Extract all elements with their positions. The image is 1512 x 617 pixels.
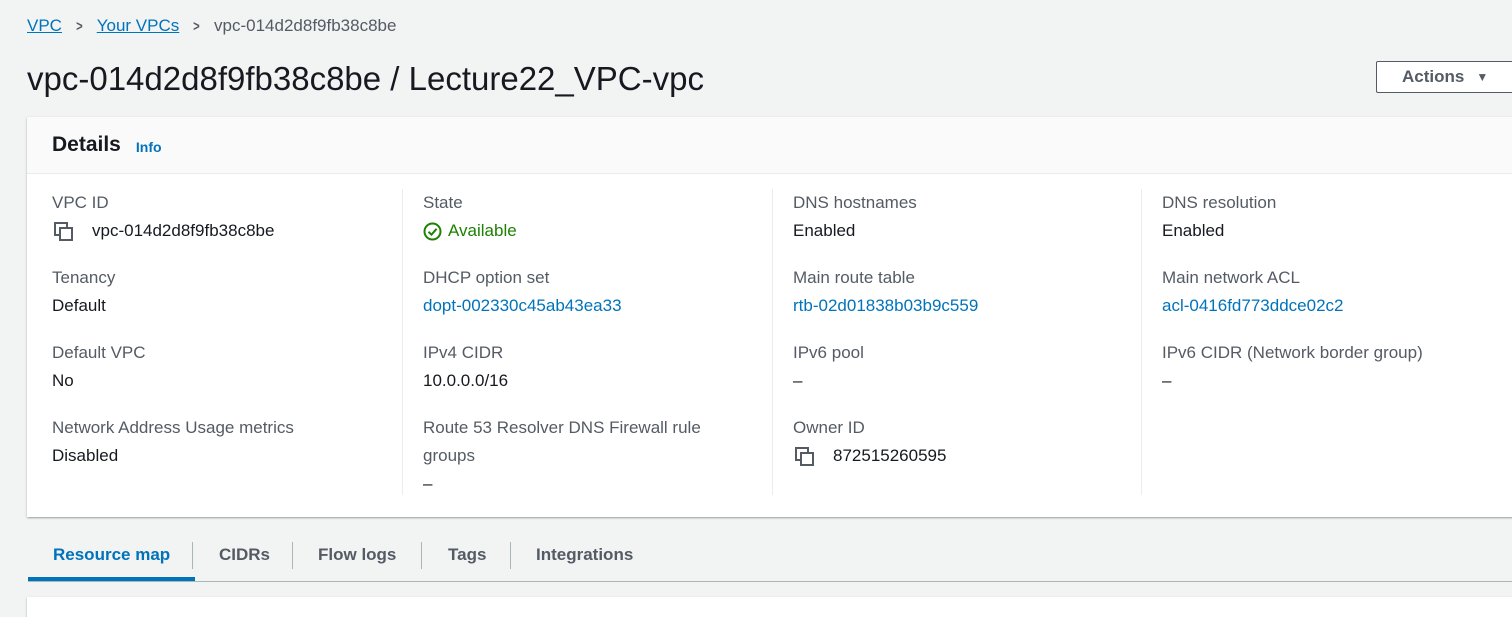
- check-circle-icon: [423, 222, 442, 241]
- field-vpc-id: VPC ID vpc-014d2d8f9fb38c8be: [52, 189, 274, 245]
- chevron-right-icon: >: [193, 17, 200, 35]
- details-panel: Details Info VPC ID vpc-014d2d8f9fb38c8b…: [27, 117, 1512, 517]
- field-dns-hostnames: DNS hostnames Enabled: [793, 189, 917, 245]
- state-value: Available: [448, 221, 517, 240]
- details-header: Details Info: [27, 117, 1512, 174]
- field-label: DNS hostnames: [793, 193, 917, 212]
- vpc-id-value: vpc-014d2d8f9fb38c8be: [92, 221, 275, 240]
- field-value: 10.0.0.0/16: [423, 371, 509, 390]
- field-dns-resolution: DNS resolution Enabled: [1162, 189, 1276, 245]
- field-dhcp-option-set: DHCP option set dopt-002330c45ab43ea33: [423, 264, 622, 320]
- field-label: Main network ACL: [1162, 268, 1300, 287]
- tab-bar: Resource map CIDRs Flow logs Tags Integr…: [27, 530, 1512, 582]
- copy-icon[interactable]: [793, 445, 815, 467]
- actions-button[interactable]: Actions ▼: [1376, 61, 1512, 93]
- field-value: Enabled: [1162, 221, 1225, 240]
- tab-divider: [510, 542, 511, 569]
- tab-divider: [192, 542, 193, 569]
- details-grid: VPC ID vpc-014d2d8f9fb38c8be Tenancy Def…: [27, 173, 1512, 517]
- details-column-4: DNS resolution Enabled Main network ACL …: [1141, 189, 1511, 495]
- field-value: No: [52, 371, 74, 390]
- field-label: State: [423, 193, 463, 212]
- field-label: Owner ID: [793, 418, 865, 437]
- field-value: Disabled: [52, 446, 119, 465]
- owner-id-value: 872515260595: [833, 446, 947, 465]
- tab-flow-logs[interactable]: Flow logs: [318, 530, 396, 580]
- chevron-right-icon: >: [76, 17, 83, 35]
- field-label: Main route table: [793, 268, 915, 287]
- field-value: –: [423, 474, 433, 493]
- actions-button-label: Actions: [1402, 67, 1465, 86]
- field-value: Default: [52, 296, 106, 315]
- field-label: IPv4 CIDR: [423, 343, 504, 362]
- tab-divider: [292, 542, 293, 569]
- tab-tags[interactable]: Tags: [448, 530, 486, 580]
- tab-resource-map[interactable]: Resource map: [27, 530, 196, 581]
- page-title: vpc-014d2d8f9fb38c8be / Lecture22_VPC-vp…: [27, 60, 704, 97]
- details-title: Details: [52, 133, 121, 156]
- field-label: DHCP option set: [423, 268, 550, 287]
- field-label: VPC ID: [52, 193, 109, 212]
- details-column-3: DNS hostnames Enabled Main route table r…: [772, 189, 1142, 495]
- breadcrumb: VPC > Your VPCs > vpc-014d2d8f9fb38c8be: [27, 15, 396, 37]
- field-main-network-acl: Main network ACL acl-0416fd773ddce02c2: [1162, 264, 1343, 320]
- main-route-table-link[interactable]: rtb-02d01838b03b9c559: [793, 292, 978, 320]
- field-label: groups: [423, 446, 475, 465]
- breadcrumb-current: vpc-014d2d8f9fb38c8be: [214, 16, 397, 35]
- field-label: Network Address Usage metrics: [52, 418, 294, 437]
- field-label: IPv6 pool: [793, 343, 864, 362]
- field-state: State Available: [423, 189, 517, 245]
- field-main-route-table: Main route table rtb-02d01838b03b9c559: [793, 264, 978, 320]
- field-label: Route 53 Resolver DNS Firewall rule: [423, 418, 701, 437]
- field-value: –: [1162, 371, 1172, 390]
- field-value: Available: [423, 217, 517, 245]
- copy-icon[interactable]: [52, 220, 74, 242]
- dhcp-option-set-link[interactable]: dopt-002330c45ab43ea33: [423, 292, 622, 320]
- field-ipv6-pool: IPv6 pool –: [793, 339, 864, 395]
- tab-cidrs[interactable]: CIDRs: [219, 530, 270, 580]
- field-route53-firewall: Route 53 Resolver DNS Firewall rule grou…: [423, 414, 701, 498]
- field-ipv4-cidr: IPv4 CIDR 10.0.0.0/16: [423, 339, 508, 395]
- field-value: –: [793, 371, 803, 390]
- tab-content-panel: [27, 597, 1512, 617]
- breadcrumb-vpc-link[interactable]: VPC: [27, 16, 62, 36]
- field-ipv6-cidr: IPv6 CIDR (Network border group) –: [1162, 339, 1423, 395]
- field-value: vpc-014d2d8f9fb38c8be: [52, 217, 274, 245]
- details-column-1: VPC ID vpc-014d2d8f9fb38c8be Tenancy Def…: [52, 189, 397, 495]
- field-owner-id: Owner ID 872515260595: [793, 414, 946, 470]
- field-label: IPv6 CIDR (Network border group): [1162, 343, 1423, 362]
- field-label: Tenancy: [52, 268, 116, 287]
- field-value: 872515260595: [793, 442, 946, 470]
- field-value: Enabled: [793, 221, 856, 240]
- field-default-vpc: Default VPC No: [52, 339, 146, 395]
- details-column-2: State Available DHCP option set dopt-002…: [402, 189, 772, 495]
- field-label: DNS resolution: [1162, 193, 1277, 212]
- tab-divider: [421, 542, 422, 569]
- field-label: Default VPC: [52, 343, 146, 362]
- main-network-acl-link[interactable]: acl-0416fd773ddce02c2: [1162, 292, 1343, 320]
- breadcrumb-your-vpcs-link[interactable]: Your VPCs: [97, 16, 180, 36]
- field-nau-metrics: Network Address Usage metrics Disabled: [52, 414, 294, 470]
- caret-down-icon: ▼: [1476, 70, 1489, 84]
- info-link[interactable]: Info: [136, 139, 162, 155]
- tab-integrations[interactable]: Integrations: [536, 530, 633, 580]
- field-tenancy: Tenancy Default: [52, 264, 115, 320]
